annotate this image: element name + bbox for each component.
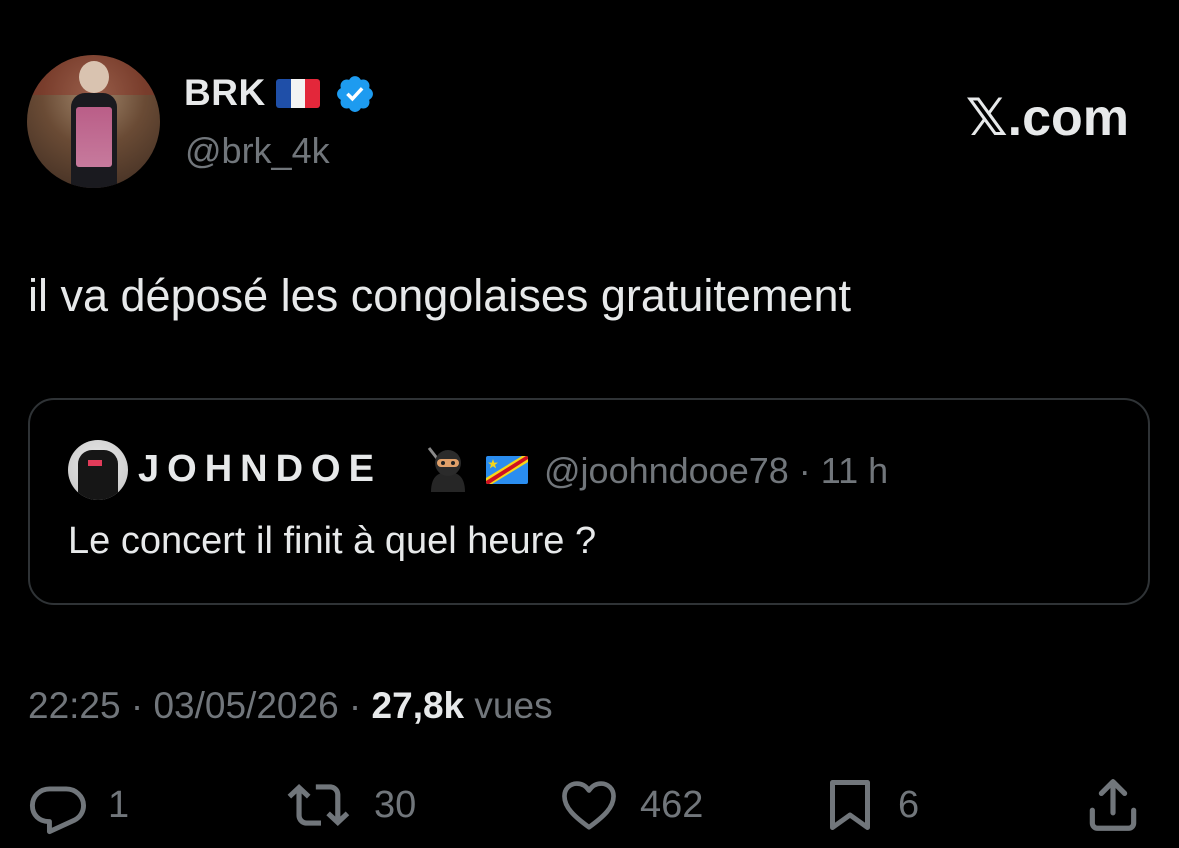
reply-icon <box>29 786 86 835</box>
repost-button[interactable]: 30 <box>286 770 416 840</box>
heart-icon <box>562 781 616 830</box>
reply-count: 1 <box>108 783 130 826</box>
repost-count: 30 <box>374 783 417 826</box>
quoted-tweet-text: Le concert il finit à quel heure ? <box>68 520 597 562</box>
like-count: 462 <box>640 783 704 826</box>
quoted-author-avatar[interactable] <box>68 440 128 500</box>
bookmark-button[interactable]: 6 <box>820 770 919 840</box>
bookmark-icon <box>830 780 870 830</box>
bookmark-count: 6 <box>898 783 920 826</box>
ninja-emoji-icon <box>427 447 465 492</box>
views-label: vues <box>464 685 553 726</box>
quoted-tweet-card[interactable]: JOHNDOE @joohndooe78 · 11 h Le concert i… <box>28 398 1150 605</box>
share-icon <box>1089 779 1137 831</box>
france-flag-icon <box>276 79 320 108</box>
views-count[interactable]: 27,8k <box>372 685 465 726</box>
avatar-shirt-print <box>76 107 112 167</box>
verified-badge-icon <box>337 76 373 112</box>
author-avatar[interactable] <box>27 55 160 188</box>
tweet-text: il va déposé les congolaises gratuitemen… <box>28 270 851 321</box>
author-display-name[interactable]: BRK <box>184 72 266 114</box>
reply-button[interactable]: 1 <box>28 770 129 840</box>
share-button[interactable] <box>1082 770 1144 840</box>
like-button[interactable]: 462 <box>556 770 703 840</box>
quoted-avatar-detail <box>88 460 102 466</box>
avatar-head <box>79 61 109 93</box>
quoted-avatar-figure <box>78 450 118 500</box>
tweet-timestamp[interactable]: 22:25 · 03/05/2026 · <box>28 685 372 726</box>
dr-congo-flag-icon <box>486 456 528 484</box>
brand-watermark: 𝕏.com <box>965 89 1129 147</box>
repost-icon <box>287 784 350 826</box>
quoted-author-display-name: JOHNDOE <box>138 448 382 490</box>
quoted-author-handle-time[interactable]: @joohndooe78 · 11 h <box>544 450 888 492</box>
author-handle[interactable]: @brk_4k <box>185 130 330 172</box>
tweet-meta: 22:25 · 03/05/2026 · 27,8k vues <box>28 685 553 727</box>
tweet-action-bar: 1 30 462 6 <box>0 770 1179 840</box>
